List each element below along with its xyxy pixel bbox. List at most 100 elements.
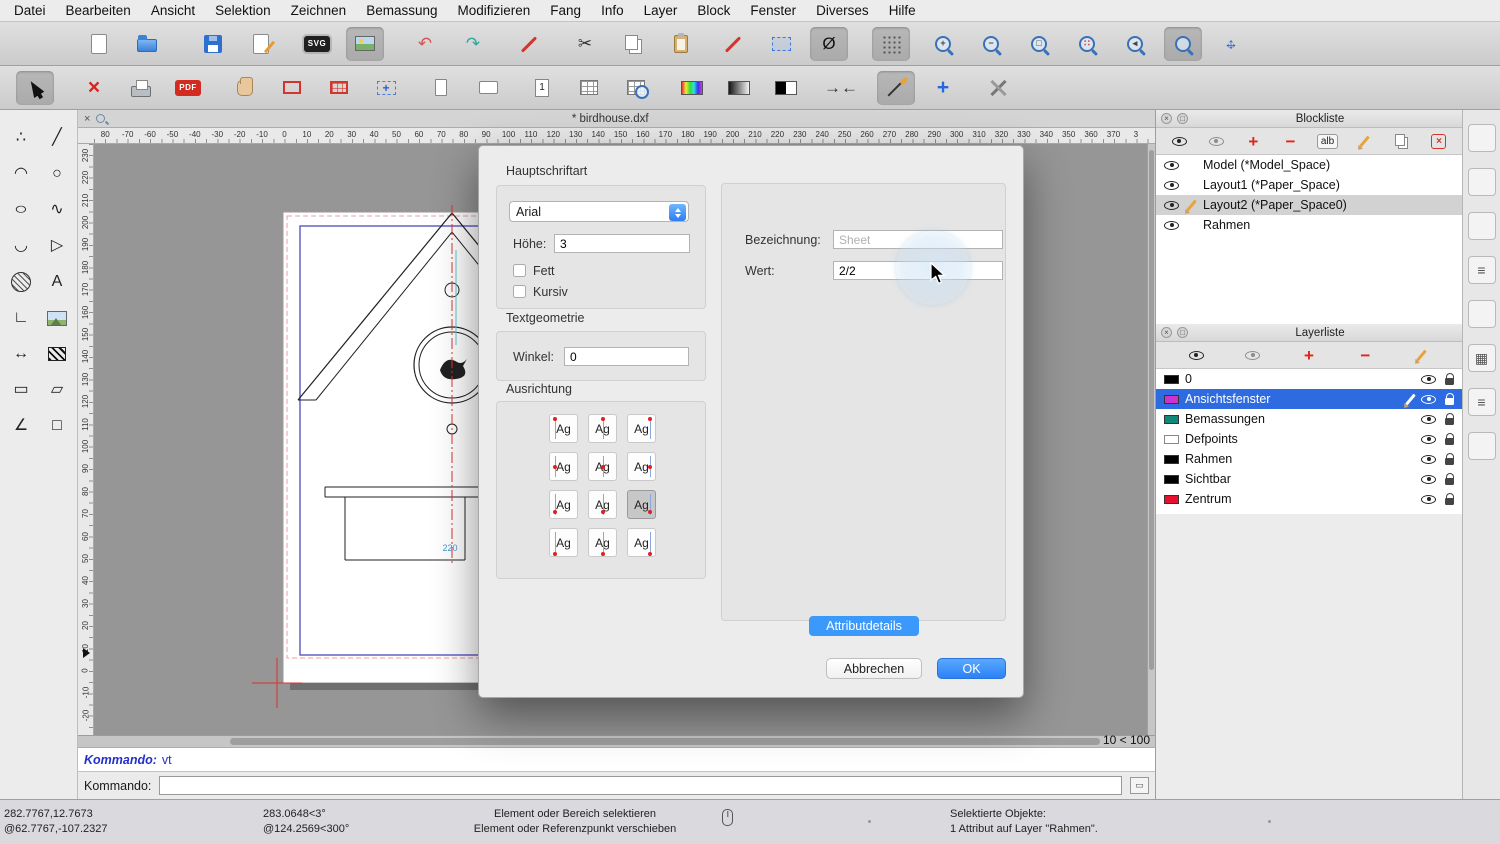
pan-zoom-button[interactable]: ↔ xyxy=(1212,27,1250,61)
pan-hand-button[interactable] xyxy=(226,71,264,105)
shape-tool-button[interactable]: ▱ xyxy=(39,372,75,408)
horizontal-scrollbar[interactable]: 10 < 100 xyxy=(78,733,1155,747)
align-middle-left-button[interactable]: Ag xyxy=(549,452,578,481)
command-input[interactable] xyxy=(159,776,1122,795)
black-white-button[interactable] xyxy=(767,71,805,105)
full-color-button[interactable] xyxy=(673,71,711,105)
align-middle-right-button[interactable]: Ag xyxy=(627,452,656,481)
align-top-right-button[interactable]: Ag xyxy=(627,414,656,443)
ok-button[interactable]: OK xyxy=(937,658,1006,679)
grid-toggle-button[interactable] xyxy=(872,26,910,61)
merge-views-button[interactable]: →← xyxy=(822,71,860,105)
pdf-export-button[interactable]: PDF xyxy=(169,71,207,105)
layer-list-toggle-button[interactable] xyxy=(1467,300,1496,328)
layer-lock-icon[interactable] xyxy=(1445,412,1454,425)
layer-lock-icon[interactable] xyxy=(1445,452,1454,465)
pointer-tool-button[interactable] xyxy=(16,70,54,105)
portrait-page-button[interactable] xyxy=(422,71,460,105)
ellipse-tool-button[interactable]: ○ xyxy=(3,192,39,228)
spline-tool-button[interactable]: ∿ xyxy=(39,192,75,228)
grid-settings-toggle-button[interactable]: ▦ xyxy=(1467,344,1496,372)
layer-row[interactable]: Bemassungen xyxy=(1156,409,1462,429)
duplicate-block-button[interactable] xyxy=(1391,130,1413,152)
align-baseline-right-button[interactable]: Ag xyxy=(627,528,656,557)
italic-checkbox[interactable] xyxy=(513,285,526,298)
layer-visibility-icon[interactable] xyxy=(1421,454,1436,464)
menu-ansicht[interactable]: Ansicht xyxy=(151,3,195,18)
add-layer-button[interactable]: + xyxy=(1298,344,1320,366)
command-expand-button[interactable]: ▭ xyxy=(1130,777,1149,794)
layer-visibility-icon[interactable] xyxy=(1421,414,1436,424)
leader-tool-button[interactable]: ↔ xyxy=(3,336,39,372)
library-browser-toggle-button[interactable] xyxy=(1467,168,1496,196)
svg-export-button[interactable]: SVG xyxy=(298,27,336,61)
angle-field[interactable] xyxy=(564,347,689,366)
layer-row[interactable]: Rahmen xyxy=(1156,449,1462,469)
align-top-center-button[interactable]: Ag xyxy=(588,414,617,443)
auto-zoom-button[interactable]: □ xyxy=(1020,27,1058,61)
show-all-layers-button[interactable] xyxy=(1185,344,1207,366)
layer-panel-close-icon[interactable]: × xyxy=(1161,327,1172,338)
block-visibility-icon[interactable] xyxy=(1164,160,1179,170)
property-painter-button[interactable] xyxy=(714,27,752,61)
angle-tool-button[interactable]: ∠ xyxy=(3,408,39,444)
align-middle-center-button[interactable]: Ag xyxy=(588,452,617,481)
horizontal-scrollbar-thumb[interactable] xyxy=(230,738,1100,745)
box-tool-button[interactable]: □ xyxy=(39,408,75,444)
layer-visibility-icon[interactable] xyxy=(1421,394,1436,404)
remove-layer-button[interactable]: − xyxy=(1354,344,1376,366)
layer-visibility-icon[interactable] xyxy=(1421,494,1436,504)
zoom-page-button[interactable] xyxy=(617,71,655,105)
layer-lock-icon[interactable] xyxy=(1445,492,1454,505)
remove-selection-button[interactable]: × xyxy=(75,71,113,105)
align-baseline-center-button[interactable]: Ag xyxy=(588,528,617,557)
purge-unused-blocks-button[interactable]: × xyxy=(1428,130,1450,152)
menu-datei[interactable]: Datei xyxy=(14,3,46,18)
menu-bemassung[interactable]: Bemassung xyxy=(366,3,437,18)
layer-row[interactable]: Zentrum xyxy=(1156,489,1462,509)
layer-lock-icon[interactable] xyxy=(1445,372,1454,385)
draw-line-mode-button[interactable] xyxy=(877,70,915,105)
arc-tool-button[interactable]: ◠ xyxy=(3,156,39,192)
hide-all-layers-button[interactable] xyxy=(1242,344,1264,366)
bold-checkbox[interactable] xyxy=(513,264,526,277)
align-top-left-button[interactable]: Ag xyxy=(549,414,578,443)
circle-tool-button[interactable]: ○ xyxy=(39,156,75,192)
zoom-redraw-button[interactable]: ∷ xyxy=(1068,27,1106,61)
block-visibility-icon[interactable] xyxy=(1164,180,1179,190)
pen-settings-toggle-button[interactable]: ≡ xyxy=(1467,388,1496,416)
zoom-in-button[interactable]: + xyxy=(924,27,962,61)
clipboard-panel-toggle-button[interactable] xyxy=(1467,432,1496,460)
point-tool-button[interactable]: ∴ xyxy=(3,120,39,156)
block-row[interactable]: Rahmen xyxy=(1156,215,1462,235)
paste-button[interactable] xyxy=(662,27,700,61)
combo-stepper-icon[interactable] xyxy=(669,204,686,221)
draw-order-button[interactable] xyxy=(510,27,548,61)
new-document-button[interactable] xyxy=(80,27,118,61)
menu-selektion[interactable]: Selektion xyxy=(215,3,271,18)
block-panel-float-icon[interactable]: □ xyxy=(1177,113,1188,124)
menu-block[interactable]: Block xyxy=(697,3,730,18)
menu-hilfe[interactable]: Hilfe xyxy=(889,3,916,18)
crosshair-button[interactable]: + xyxy=(924,71,962,105)
line-tool-button[interactable]: ╱ xyxy=(39,120,75,156)
menu-layer[interactable]: Layer xyxy=(644,3,678,18)
add-viewport-button[interactable] xyxy=(367,71,405,105)
rename-block-button[interactable]: alb xyxy=(1316,130,1339,152)
menu-bearbeiten[interactable]: Bearbeiten xyxy=(66,3,131,18)
remove-block-button[interactable]: − xyxy=(1279,130,1301,152)
cut-button[interactable]: ✂ xyxy=(566,27,604,61)
paper-frame-button[interactable] xyxy=(273,71,311,105)
grayscale-button[interactable] xyxy=(720,71,758,105)
block-row[interactable]: Layout1 (*Paper_Space) xyxy=(1156,175,1462,195)
diameter-button[interactable]: Ø xyxy=(810,26,848,61)
menu-diverses[interactable]: Diverses xyxy=(816,3,869,18)
vertical-scrollbar[interactable] xyxy=(1147,144,1155,735)
edit-layer-button[interactable] xyxy=(1411,344,1433,366)
show-all-blocks-button[interactable] xyxy=(1168,130,1190,152)
copy-button[interactable] xyxy=(614,27,652,61)
menu-info[interactable]: Info xyxy=(601,3,624,18)
layer-visibility-icon[interactable] xyxy=(1421,474,1436,484)
layer-visibility-icon[interactable] xyxy=(1421,434,1436,444)
menu-fang[interactable]: Fang xyxy=(550,3,581,18)
